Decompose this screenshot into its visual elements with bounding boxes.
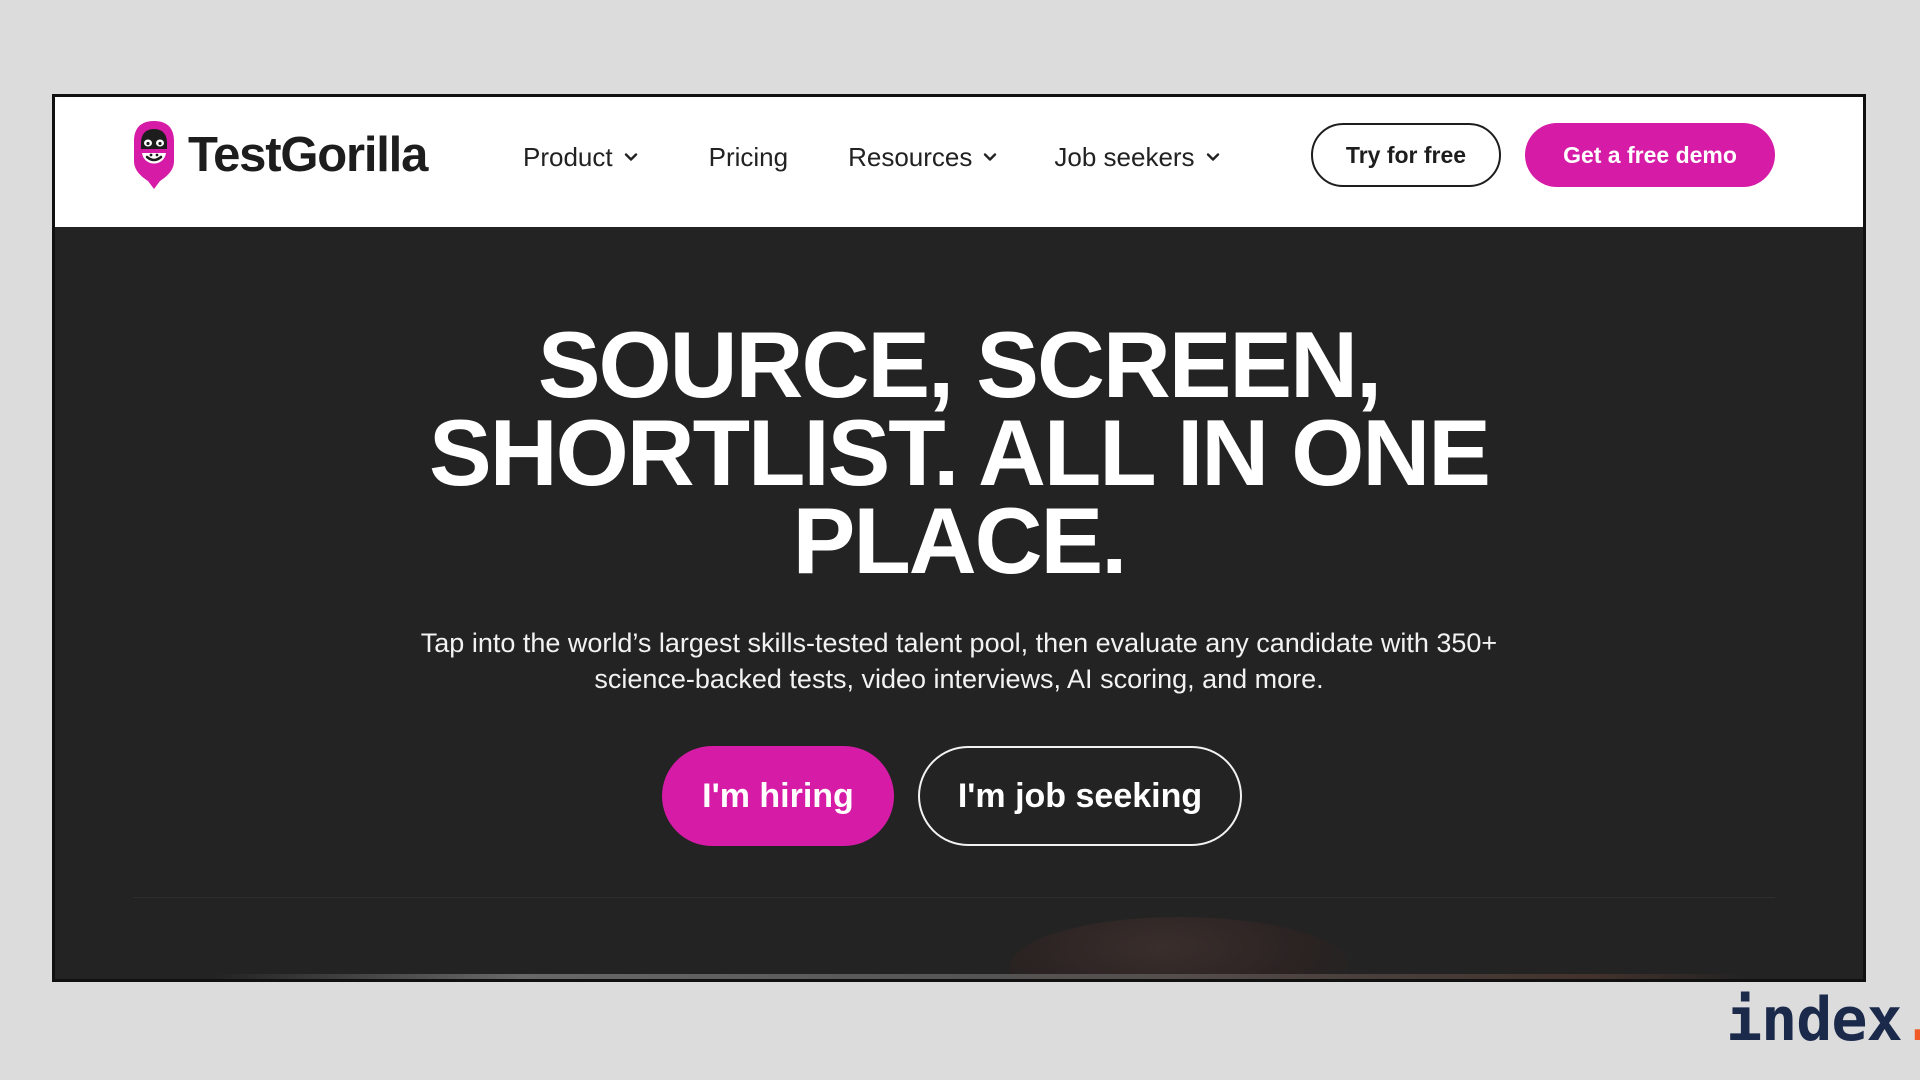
im-job-seeking-button[interactable]: I'm job seeking xyxy=(918,746,1242,846)
index-watermark: index. xyxy=(1726,990,1920,1050)
logo[interactable]: TestGorilla xyxy=(130,117,428,193)
chevron-down-icon xyxy=(1206,153,1219,161)
section-divider xyxy=(133,897,1775,898)
screenshot-frame: TestGorilla Product Pricing Resources Jo… xyxy=(52,94,1866,982)
main-nav: Product Pricing Resources Job seekers xyxy=(523,97,1221,217)
im-hiring-button[interactable]: I'm hiring xyxy=(662,746,894,846)
watermark-text: index xyxy=(1726,985,1903,1055)
nav-item-resources[interactable]: Resources xyxy=(848,142,998,173)
nav-item-label: Job seekers xyxy=(1054,141,1195,172)
try-for-free-button[interactable]: Try for free xyxy=(1311,123,1501,187)
chevron-down-icon xyxy=(624,153,637,161)
nav-item-pricing[interactable]: Pricing xyxy=(709,142,788,173)
hero-image-partial xyxy=(1010,917,1350,979)
watermark-dot: . xyxy=(1902,985,1920,1055)
hero-title-line: PLACE. xyxy=(792,488,1128,593)
nav-item-product[interactable]: Product xyxy=(523,142,639,173)
hero-title-line: SHORTLIST. ALL IN ONE xyxy=(429,400,1491,505)
get-free-demo-button[interactable]: Get a free demo xyxy=(1525,123,1775,187)
nav-item-label: Resources xyxy=(848,141,973,172)
chevron-down-icon xyxy=(984,153,997,161)
hero-subtitle-line: science-backed tests, video interviews, … xyxy=(594,664,1324,694)
nav-item-label: Pricing xyxy=(708,141,789,172)
hero-title: SOURCE, SCREEN, SHORTLIST. ALL IN ONE PL… xyxy=(55,312,1863,593)
gorilla-logo-icon xyxy=(134,121,174,189)
hero-title-line: SOURCE, SCREEN, xyxy=(537,312,1382,417)
logo-text: TestGorilla xyxy=(188,127,428,182)
nav-item-job-seekers[interactable]: Job seekers xyxy=(1054,142,1220,173)
site-header: TestGorilla Product Pricing Resources Jo… xyxy=(55,97,1863,227)
hero-subtitle-line: Tap into the world’s largest skills-test… xyxy=(420,628,1498,658)
hero-subtitle: Tap into the world’s largest skills-test… xyxy=(55,625,1863,697)
nav-item-label: Product xyxy=(523,141,613,172)
hero-image-edge xyxy=(215,974,1743,979)
